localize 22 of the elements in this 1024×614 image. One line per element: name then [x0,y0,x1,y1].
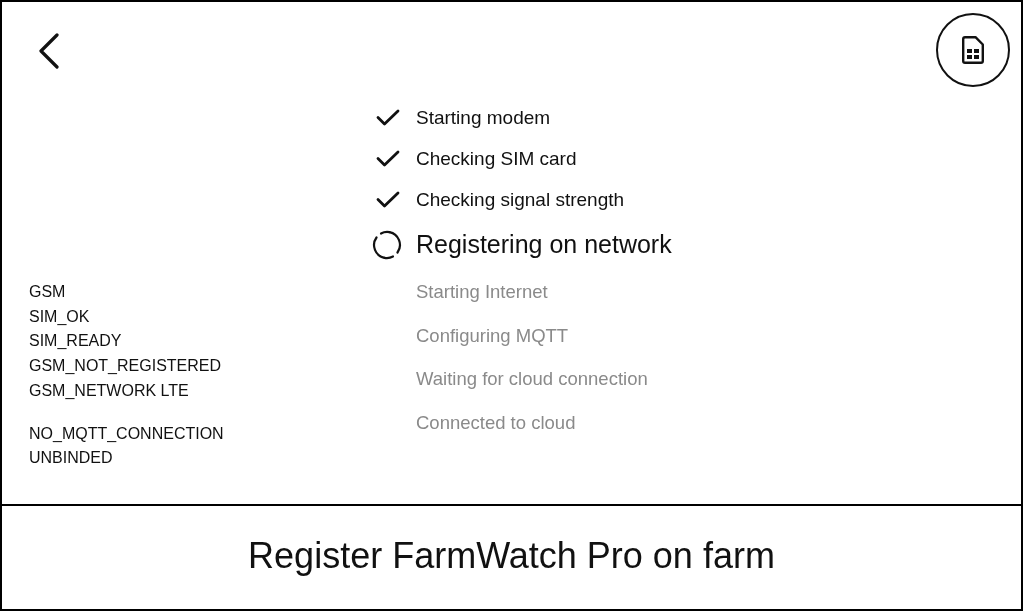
check-icon [376,109,400,126]
step-label: Waiting for cloud connection [416,367,648,391]
status-code: SIM_READY [29,331,122,352]
chevron-left-icon [37,33,59,69]
step-label: Starting modem [416,105,551,130]
status-code: SIM_OK [29,306,90,327]
status-code: GSM_NOT_REGISTERED [29,356,222,377]
status-code: GSM_NETWORK LTE [29,380,189,401]
sim-card-icon [962,36,984,64]
status-code: NO_MQTT_CONNECTION [29,423,224,444]
step-label: Registering on network [416,229,672,261]
step-label: Connected to cloud [416,410,576,434]
status-code: GSM [29,282,66,302]
check-icon [376,191,400,208]
step-label: Configuring MQTT [416,323,569,347]
step-label: Starting Internet [416,280,548,304]
step-label: Checking SIM card [416,146,577,171]
back-button[interactable] [37,33,59,69]
spinner-icon [372,230,402,260]
status-code: UNBINDED [29,448,113,469]
check-icon [376,150,400,167]
step-label: Checking signal strength [416,187,625,212]
